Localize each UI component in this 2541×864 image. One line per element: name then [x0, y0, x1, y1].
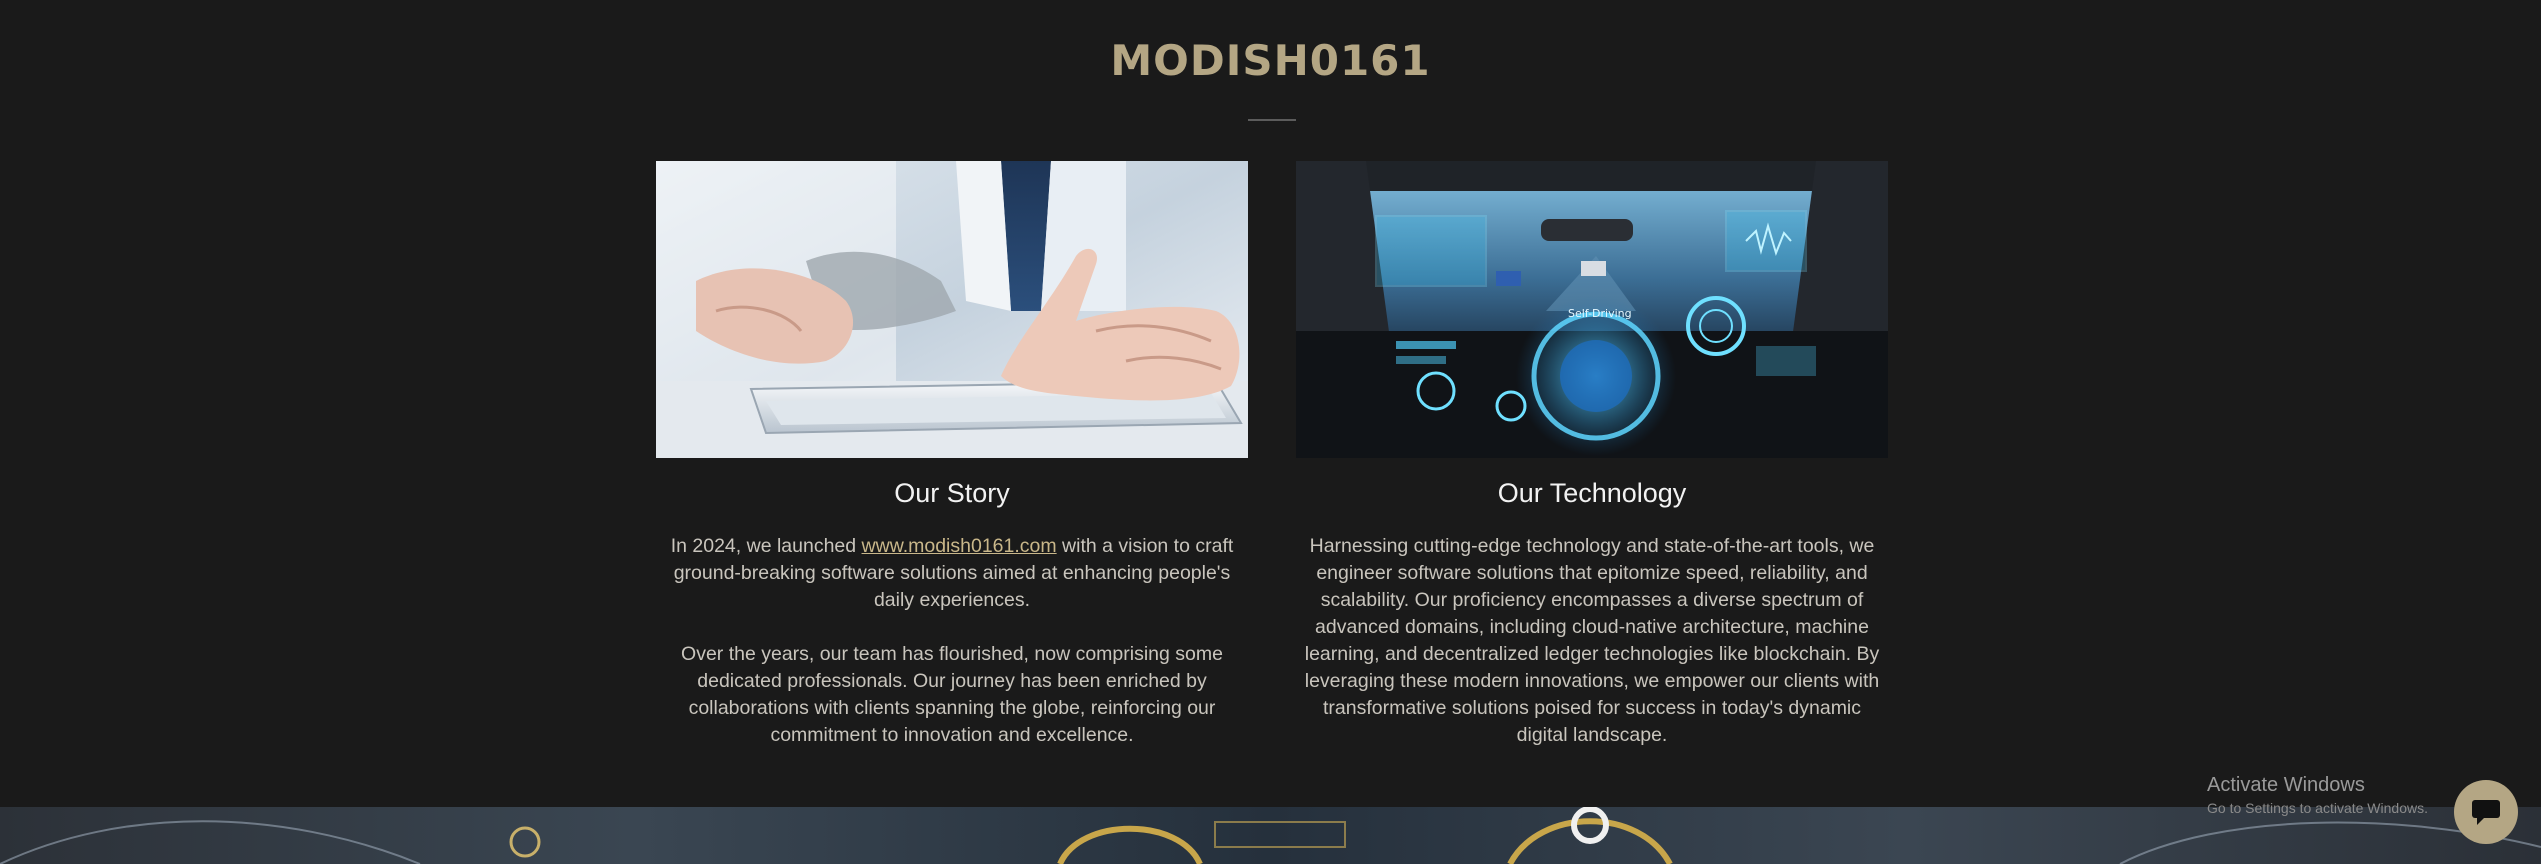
hand-on-tablet-photo	[656, 161, 1248, 458]
our-story-paragraph-2: Over the years, our team has flourished,…	[681, 643, 1223, 746]
self-driving-label: Self-Driving	[1568, 307, 1632, 320]
our-story-section: Our Story In 2024, we launched www.modis…	[656, 161, 1248, 749]
activate-windows-subtitle: Go to Settings to activate Windows.	[2207, 800, 2428, 816]
our-technology-section: Self-Driving Our Technology Harnessing c…	[1296, 161, 1888, 749]
activate-windows-title: Activate Windows	[2207, 774, 2365, 796]
self-driving-car-dashboard-photo: Self-Driving	[1296, 161, 1888, 458]
our-story-paragraph-1: In 2024, we launched www.modish0161.com …	[656, 533, 1248, 614]
our-technology-heading: Our Technology	[1497, 478, 1687, 508]
chat-button[interactable]	[2454, 780, 2518, 844]
activate-windows-watermark: Activate Windows Go to Settings to activ…	[2207, 773, 2467, 817]
page-title: MODISH0161	[1110, 36, 1431, 85]
story-text-lead: In 2024, we launched	[670, 535, 862, 557]
title-divider	[1248, 119, 1296, 121]
our-technology-paragraph: Harnessing cutting-edge technology and s…	[1304, 535, 1880, 746]
our-story-heading: Our Story	[894, 478, 1010, 508]
footer-banner-image	[0, 807, 2541, 864]
chat-bubble-icon	[2471, 798, 2501, 826]
website-link[interactable]: www.modish0161.com	[862, 535, 1057, 557]
